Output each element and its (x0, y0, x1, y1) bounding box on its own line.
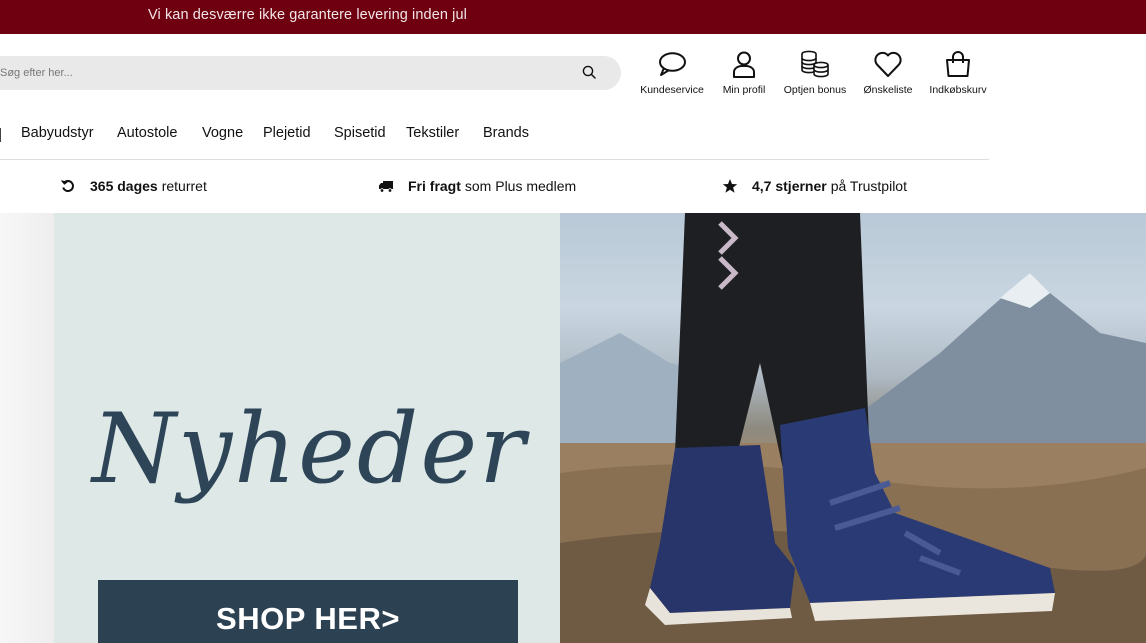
truck-icon (379, 181, 393, 193)
search-button[interactable] (580, 63, 600, 83)
hero-banner[interactable]: Nyheder SHOP HER> (0, 213, 1146, 643)
bonus-label: Optjen bonus (783, 84, 847, 96)
customer-service-label: Kundeservice (640, 84, 704, 96)
usp-trustpilot: 4,7 stjerner på Trustpilot (722, 178, 907, 194)
nav-item-spisetid[interactable]: Spisetid (334, 125, 386, 141)
announcement-bar: Vi kan desværre ikke garantere levering … (0, 0, 1146, 34)
hero-text-panel: Nyheder SHOP HER> (54, 213, 560, 643)
nav-item-brands[interactable]: Brands (483, 125, 529, 141)
nav-item-babyudstyr[interactable]: Babyudstyr (21, 125, 94, 141)
wishlist-link[interactable]: Ønskeliste (858, 50, 918, 102)
cart-label: Indkøbskurv (929, 84, 987, 96)
wishlist-label: Ønskeliste (863, 84, 913, 96)
usp-shipping-bold: Fri fragt (408, 178, 461, 194)
usp-trustpilot-bold: 4,7 stjerner (752, 178, 827, 194)
return-icon (61, 180, 74, 192)
announcement-text: Vi kan desværre ikke garantere levering … (148, 7, 467, 23)
usp-bar: 365 dages returret Fri fragt som Plus me… (0, 160, 1146, 213)
boots-illustration (560, 213, 1146, 643)
cart-link[interactable]: Indkøbskurv (925, 50, 991, 102)
nav-item-vogne[interactable]: Vogne (202, 125, 243, 141)
heart-icon (874, 51, 902, 77)
star-icon (722, 179, 738, 193)
hero-left-edge (0, 213, 54, 643)
usp-returns: 365 dages returret (60, 178, 207, 194)
search-bar (0, 56, 621, 90)
hero-product-photo (560, 213, 1146, 643)
shop-now-button[interactable]: SHOP HER> (98, 580, 518, 643)
usp-trustpilot-text: på Trustpilot (830, 178, 907, 194)
usp-returns-text: returret (161, 178, 207, 194)
nav-item-autostole[interactable]: Autostole (117, 125, 177, 141)
usp-shipping: Fri fragt som Plus medlem (378, 178, 576, 194)
search-input[interactable] (0, 56, 560, 90)
category-nav: Babyudstyr Autostole Vogne Plejetid Spis… (0, 114, 989, 160)
site-header: Kundeservice Min profil Optjen bonus Øns… (0, 34, 1146, 114)
chat-bubble-icon (659, 52, 686, 76)
usp-shipping-text: som Plus medlem (464, 178, 577, 194)
customer-service-link[interactable]: Kundeservice (636, 50, 708, 102)
profile-link[interactable]: Min profil (716, 50, 772, 102)
hero-headline: Nyheder (92, 393, 528, 505)
search-icon (582, 65, 596, 79)
bonus-link[interactable]: Optjen bonus (779, 50, 851, 102)
nav-divider (0, 128, 1, 142)
nav-item-tekstiler[interactable]: Tekstiler (406, 125, 459, 141)
usp-returns-bold: 365 dages (90, 178, 158, 194)
profile-label: Min profil (722, 84, 766, 96)
shopping-bag-icon (946, 51, 970, 77)
user-icon (733, 51, 755, 78)
coins-icon (801, 50, 829, 78)
nav-item-plejetid[interactable]: Plejetid (263, 125, 311, 141)
